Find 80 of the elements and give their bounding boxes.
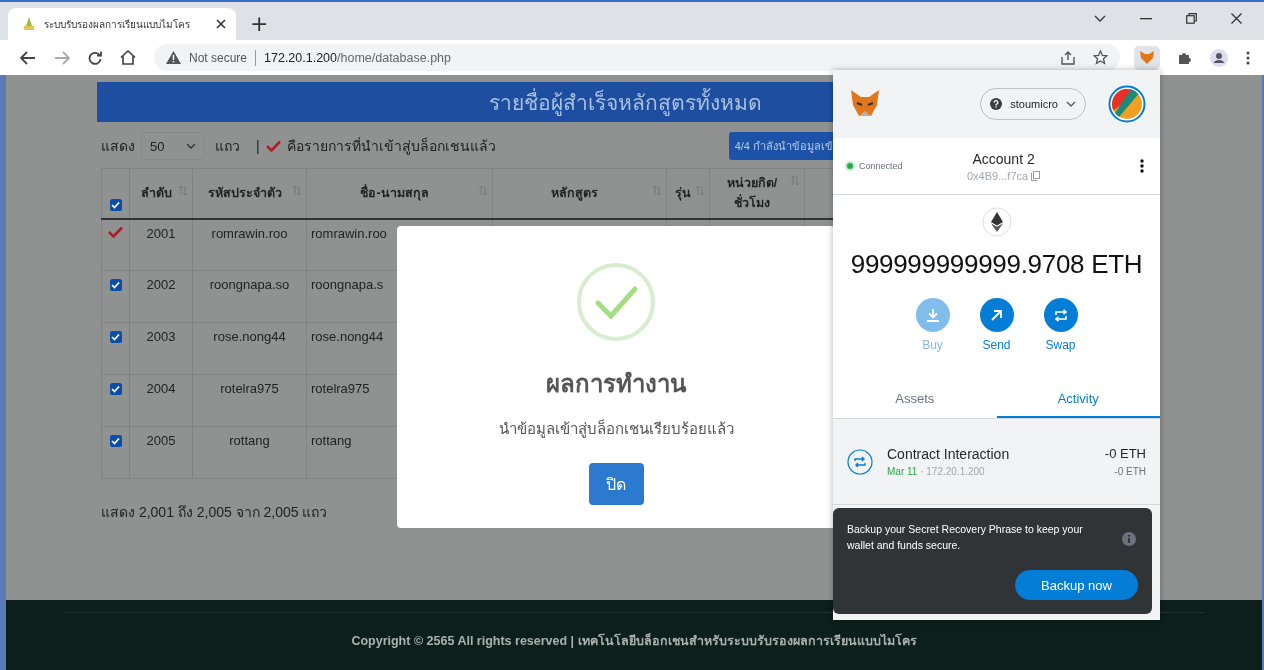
help-icon <box>990 98 1003 110</box>
copy-icon <box>1031 170 1041 181</box>
account-name: Account 2 <box>972 150 1035 167</box>
row-checkbox[interactable] <box>109 279 122 291</box>
temple-icon <box>22 16 36 32</box>
select-all-checkbox[interactable] <box>109 198 122 211</box>
legend-text: คือรายการที่นำเข้าสู่บล็อกเชนแล้ว <box>286 136 496 157</box>
page-size-select[interactable]: 50 <box>141 132 205 160</box>
address-bar[interactable]: Not secure 172.20.1.200/home/database.php <box>154 44 1120 71</box>
swap-icon <box>1053 308 1068 322</box>
table-cell: rotelra975 <box>220 381 279 396</box>
account-avatar-icon[interactable] <box>1108 85 1146 123</box>
table-cell: 2001 <box>146 225 176 241</box>
balance-amount: 999999999999.9708 ETH <box>850 249 1143 280</box>
chevron-down-icon[interactable] <box>1094 14 1106 23</box>
close-icon[interactable] <box>1231 13 1242 24</box>
chevron-down-icon <box>1066 101 1076 107</box>
backup-now-button[interactable]: Backup now <box>1015 570 1138 600</box>
separator: | <box>256 138 260 154</box>
restore-icon[interactable] <box>1186 13 1197 24</box>
success-check-icon <box>576 262 656 342</box>
puzzle-icon[interactable] <box>1178 50 1192 65</box>
more-icon[interactable] <box>1140 159 1144 173</box>
table-cell: 2002 <box>146 277 176 292</box>
star-icon[interactable] <box>1093 50 1108 65</box>
pagination-summary: แสดง 2,001 ถึง 2,005 จาก 2,005 แถว <box>101 504 328 520</box>
table-cell: roongnapa.s <box>311 277 384 292</box>
security-label: Not secure <box>189 50 248 65</box>
transaction-row[interactable]: Contract Interaction Mar 11 · 172.20.1.200 -0 ETH -0 ETH <box>833 419 1160 505</box>
copyright-text: Copyright © 2565 All rights reserved | เทคโนโลยีบล็อกเชนสำหรับระบบรับรองผลการเรียนแบบไมโคร <box>351 632 917 650</box>
transaction-fiat: -0 ETH <box>1114 466 1146 477</box>
connection-status[interactable]: Connected <box>847 161 957 171</box>
arrow-up-right-icon <box>990 308 1003 322</box>
dialog-title: ผลการทำงาน <box>546 369 686 399</box>
ethereum-icon <box>981 207 1012 237</box>
new-tab-button[interactable]: + <box>244 11 275 36</box>
table-cell: 2003 <box>146 329 176 344</box>
chevron-down-icon <box>186 143 196 149</box>
rows-label: แถว <box>215 137 240 156</box>
row-checkbox[interactable] <box>109 331 122 343</box>
browser-tab[interactable]: ระบบรับรองผลการเรียนแบบไมโคร <box>8 8 236 40</box>
transaction-date: Mar 11 <box>887 466 918 477</box>
transaction-amount: -0 ETH <box>1104 446 1146 461</box>
url-text: 172.20.1.200/home/database.php <box>264 50 451 65</box>
row-checkbox[interactable] <box>109 435 122 447</box>
fox-icon <box>1139 50 1155 65</box>
download-icon <box>925 308 940 322</box>
profile-icon[interactable] <box>1210 48 1228 67</box>
reload-icon[interactable] <box>88 50 102 65</box>
fox-extension-button[interactable] <box>1134 45 1160 70</box>
table-cell: 2004 <box>146 381 176 396</box>
backup-message: Backup your Secret Recovery Phrase to keep your wallet and funds secure. <box>847 522 1084 553</box>
row-checkbox[interactable] <box>109 383 122 395</box>
table-cell: rose.nong44 <box>311 329 384 344</box>
transaction-title: Contract Interaction <box>887 446 1011 462</box>
checkmark-icon <box>265 140 281 152</box>
table-cell: romrawin.roo <box>311 225 387 241</box>
table-cell: rose.nong44 <box>213 329 286 344</box>
back-icon[interactable] <box>20 50 36 65</box>
home-icon[interactable] <box>120 50 136 65</box>
fox-icon <box>849 89 881 119</box>
dialog-message: นำข้อมูลเข้าสู่บล็อกเชนเรียบร้อยแล้ว <box>498 418 734 440</box>
wallet-tab[interactable]: Assets <box>833 380 997 418</box>
minimize-icon[interactable] <box>1140 17 1152 20</box>
warning-icon <box>166 51 181 64</box>
close-button[interactable]: ปิด <box>588 463 644 505</box>
swap-icon <box>847 448 873 475</box>
table-cell: roongnapa.so <box>209 277 290 292</box>
show-label: แสดง <box>101 137 135 156</box>
table-cell: romrawin.roo <box>211 225 288 241</box>
share-icon[interactable] <box>1061 50 1075 65</box>
transaction-origin: · 172.20.1.200 <box>920 466 985 477</box>
table-cell: rottang <box>311 433 352 448</box>
table-cell: 2005 <box>146 433 176 448</box>
table-cell: rottang <box>229 433 270 448</box>
table-cell: rotelra975 <box>311 381 370 396</box>
more-icon[interactable] <box>1246 50 1250 65</box>
close-icon[interactable] <box>216 19 226 29</box>
info-icon[interactable] <box>1122 532 1136 546</box>
tab-title: ระบบรับรองผลการเรียนแบบไมโคร <box>44 17 191 32</box>
